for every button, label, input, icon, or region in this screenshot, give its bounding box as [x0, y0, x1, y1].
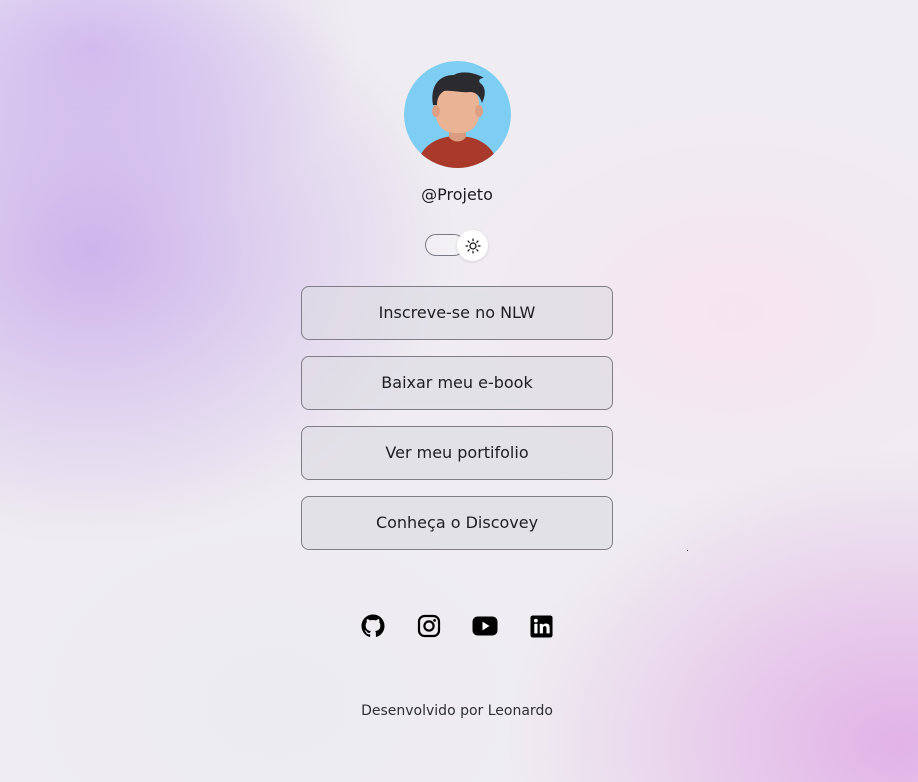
youtube-link[interactable]	[469, 612, 501, 640]
link-button-discover[interactable]: Conheça o Discovey	[301, 496, 613, 550]
link-item: Inscreve-se no NLW	[301, 286, 613, 340]
github-link[interactable]	[357, 612, 389, 640]
youtube-icon	[472, 616, 498, 636]
stray-dot	[687, 550, 688, 551]
instagram-link[interactable]	[413, 612, 445, 640]
linkedin-link[interactable]	[525, 612, 557, 640]
social-links	[357, 612, 557, 640]
avatar-image	[404, 61, 511, 168]
footer-credit: Desenvolvido por Leonardo	[361, 703, 553, 719]
link-list: Inscreve-se no NLW Baixar meu e-book Ver…	[301, 286, 613, 566]
avatar	[404, 61, 511, 168]
sun-icon	[464, 237, 481, 254]
link-item: Ver meu portifolio	[301, 426, 613, 480]
profile-handle: @Projeto	[421, 185, 493, 204]
theme-toggle-knob[interactable]	[457, 230, 488, 261]
link-item: Conheça o Discovey	[301, 496, 613, 550]
link-item: Baixar meu e-book	[301, 356, 613, 410]
link-button-ebook[interactable]: Baixar meu e-book	[301, 356, 613, 410]
link-button-portfolio[interactable]: Ver meu portifolio	[301, 426, 613, 480]
instagram-icon	[417, 614, 441, 638]
linkedin-icon	[529, 614, 553, 638]
github-icon	[361, 614, 385, 637]
link-button-nlw[interactable]: Inscreve-se no NLW	[301, 286, 613, 340]
page: @Projeto Inscreve-se no NLW Baixar meu e…	[0, 0, 918, 782]
